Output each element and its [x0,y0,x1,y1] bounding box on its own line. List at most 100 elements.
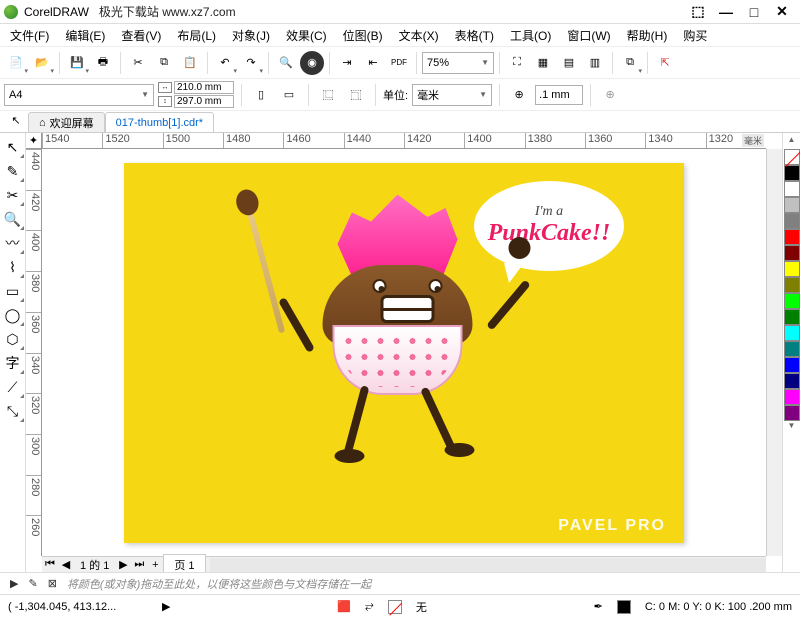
close-button[interactable]: ✕ [768,2,796,22]
menu-item[interactable]: 帮助(H) [619,25,676,46]
ruler-vertical[interactable]: 440420400380360340320300280260 [26,149,42,556]
cut-button[interactable]: ✂ [126,51,150,75]
artistic-media-tool[interactable]: ⌇ [1,255,25,279]
fullscreen-button[interactable]: ⛶ [505,51,529,75]
paper-size-combo[interactable]: A4▼ [4,84,154,106]
menu-item[interactable]: 布局(L) [169,25,224,46]
shape-tool[interactable]: ✎ [1,159,25,183]
menu-item[interactable]: 窗口(W) [559,25,618,46]
page-last-button[interactable]: ⏭ [131,558,147,571]
connector-tool[interactable]: ⤡ [1,399,25,423]
artwork[interactable]: I'm a PunkCake!! PAVEL PRO [124,163,684,543]
all-pages-button[interactable]: ⿺ [316,83,340,107]
color-swatch[interactable] [784,357,800,373]
ruler-origin[interactable]: ✦ [26,133,42,149]
menu-item[interactable]: 编辑(E) [57,25,113,46]
swatch-none[interactable] [784,149,800,165]
undo-button[interactable]: ↶▾ [213,51,237,75]
color-swatch[interactable] [784,165,800,181]
units-combo[interactable]: 毫米▼ [412,84,492,106]
color-swatch[interactable] [784,373,800,389]
redo-button[interactable]: ↷▾ [239,51,263,75]
page-tab[interactable]: 页 1 [163,554,205,573]
portrait-button[interactable]: ▯ [249,83,273,107]
parallel-dimension-tool[interactable]: ⟋ [1,375,25,399]
freehand-tool[interactable]: 〰 [1,231,25,255]
ruler-horizontal[interactable]: 1540152015001480146014401420140013801360… [42,133,766,149]
fill-swap-icon[interactable]: ⥂ [365,600,374,613]
notification-icon[interactable]: ⬚ [684,2,712,22]
tab-document[interactable]: 017-thumb[1].cdr* [105,112,214,132]
menu-item[interactable]: 效果(C) [278,25,335,46]
copy-button[interactable]: ⧉ [152,51,176,75]
open-button[interactable]: 📂▾ [30,51,54,75]
color-swatch[interactable] [784,341,800,357]
crop-tool[interactable]: ✂ [1,183,25,207]
viewport[interactable]: I'm a PunkCake!! PAVEL PRO [42,149,766,556]
publish-pdf-button[interactable]: PDF [387,51,411,75]
scrollbar-vertical[interactable] [766,149,782,556]
page-height-input[interactable] [174,95,234,108]
menu-item[interactable]: 对象(J) [224,25,278,46]
polygon-tool[interactable]: ⬡ [1,327,25,351]
eyedropper-icon[interactable]: ✎ [28,577,37,590]
color-swatch[interactable] [784,309,800,325]
color-swatch[interactable] [784,405,800,421]
paste-button[interactable]: 📋 [178,51,202,75]
print-button[interactable]: 🖶 [91,51,115,75]
color-swatch[interactable] [784,229,800,245]
scrollbar-horizontal[interactable] [210,558,766,572]
snap-button[interactable]: ⧉▾ [618,51,642,75]
color-swatch[interactable] [784,213,800,229]
zoom-combo[interactable]: 75%▼ [422,52,494,74]
page-add-button[interactable]: + [147,559,163,571]
page-prev-button[interactable]: ◀ [58,558,74,571]
palette-up-button[interactable]: ▲ [783,135,800,149]
status-next-icon[interactable]: ▶ [162,600,170,613]
guides-button[interactable]: ▥ [583,51,607,75]
outline-pen-icon[interactable]: ✒ [594,600,603,613]
grid-button[interactable]: ▤ [557,51,581,75]
landscape-button[interactable]: ▭ [277,83,301,107]
menu-item[interactable]: 文本(X) [391,25,447,46]
color-swatch[interactable] [784,197,800,213]
palette-next-icon[interactable]: ▶ [10,577,18,590]
rulers-button[interactable]: ▦ [531,51,555,75]
text-tool[interactable]: 字 [1,351,25,375]
menu-item[interactable]: 文件(F) [2,25,57,46]
palette-none-icon[interactable]: ⊠ [48,577,57,590]
pick-tool[interactable]: ↖ [1,135,25,159]
menu-item[interactable]: 工具(O) [502,25,559,46]
minimize-button[interactable]: — [712,2,740,22]
palette-down-button[interactable]: ▼ [783,421,800,435]
pick-tool-tab-icon[interactable]: ↖ [4,108,28,132]
export-button[interactable]: ⇤ [361,51,385,75]
import-button[interactable]: ⇥ [335,51,359,75]
zoom-tool[interactable]: 🔍 [1,207,25,231]
add-preset-button[interactable]: ⊕ [598,83,622,107]
page-first-button[interactable]: ⏮ [42,558,58,571]
fill-none-swatch[interactable] [388,600,402,614]
color-swatch[interactable] [784,181,800,197]
options-button[interactable]: ◉ [300,51,324,75]
page-next-button[interactable]: ▶ [115,558,131,571]
color-swatch[interactable] [784,325,800,341]
tab-welcome[interactable]: ⌂欢迎屏幕 [28,112,105,132]
rectangle-tool[interactable]: ▭ [1,279,25,303]
page-width-input[interactable] [174,81,234,94]
ellipse-tool[interactable]: ◯ [1,303,25,327]
current-page-button[interactable]: ⿹ [344,83,368,107]
search-button[interactable]: 🔍 [274,51,298,75]
nudge-input[interactable] [535,85,583,105]
color-swatch[interactable] [784,389,800,405]
outline-color-swatch[interactable] [617,600,631,614]
color-swatch[interactable] [784,261,800,277]
menu-item[interactable]: 购买 [675,25,715,46]
fill-icon[interactable]: 🟥 [337,600,351,613]
maximize-button[interactable]: □ [740,2,768,22]
color-swatch[interactable] [784,277,800,293]
menu-item[interactable]: 位图(B) [335,25,391,46]
menu-item[interactable]: 查看(V) [113,25,169,46]
color-swatch[interactable] [784,245,800,261]
launch-button[interactable]: ⇱ [653,51,677,75]
